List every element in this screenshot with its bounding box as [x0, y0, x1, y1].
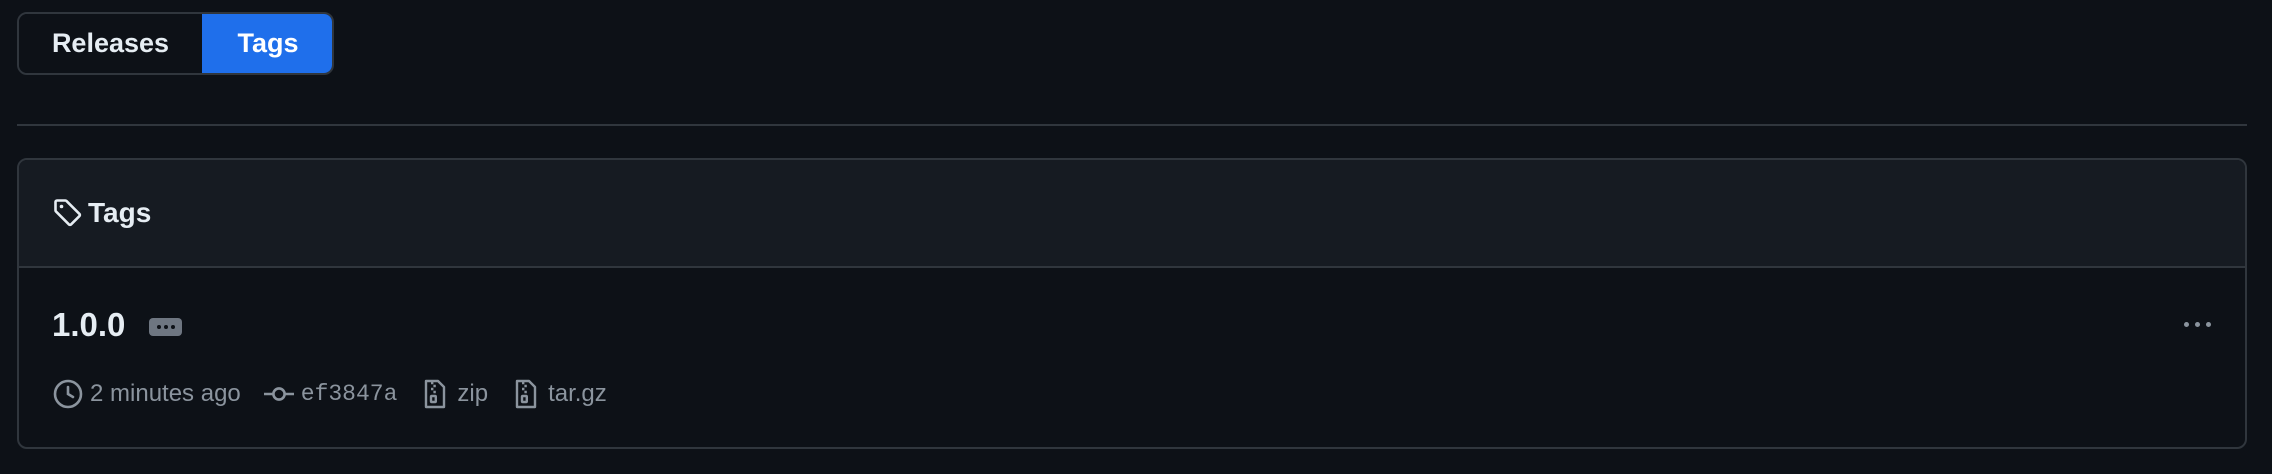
more-options-button[interactable] — [2175, 306, 2219, 342]
commit-sha: ef3847a — [300, 381, 398, 407]
kebab-dot-icon — [2183, 321, 2189, 327]
tag-meta: 2 minutes ago ef3847a zip tar.gz — [52, 376, 629, 412]
tab-tags[interactable]: Tags — [202, 14, 332, 73]
tag-name-link[interactable]: 1.0.0 — [52, 306, 125, 344]
releases-tags-switcher: Releases Tags — [17, 12, 334, 75]
expand-message-button[interactable] — [149, 318, 182, 336]
git-commit-icon — [263, 387, 294, 401]
file-zip-icon — [425, 379, 446, 409]
zip-download-link[interactable]: zip — [419, 378, 488, 410]
commit-link[interactable]: ef3847a — [263, 378, 398, 410]
tag-row: 1.0.0 2 minutes ago ef3847a zip tar.gz — [19, 268, 2245, 447]
clock-icon — [53, 379, 83, 409]
tags-box-header: Tags — [19, 160, 2245, 268]
targz-download-link[interactable]: tar.gz — [510, 378, 607, 410]
tag-time-text: 2 minutes ago — [90, 380, 241, 407]
tag-time: 2 minutes ago — [52, 378, 241, 410]
zip-label: zip — [457, 380, 489, 407]
targz-label: tar.gz — [548, 380, 607, 407]
file-zip-icon — [515, 379, 537, 409]
tags-page: Releases Tags Tags 1.0.0 2 minutes ago e… — [0, 0, 2272, 474]
tab-releases[interactable]: Releases — [19, 14, 202, 73]
tag-icon — [52, 197, 84, 229]
tags-box: Tags 1.0.0 2 minutes ago ef3847a zip tar… — [17, 158, 2247, 449]
tags-box-title: Tags — [88, 197, 152, 228]
section-divider — [17, 124, 2247, 126]
